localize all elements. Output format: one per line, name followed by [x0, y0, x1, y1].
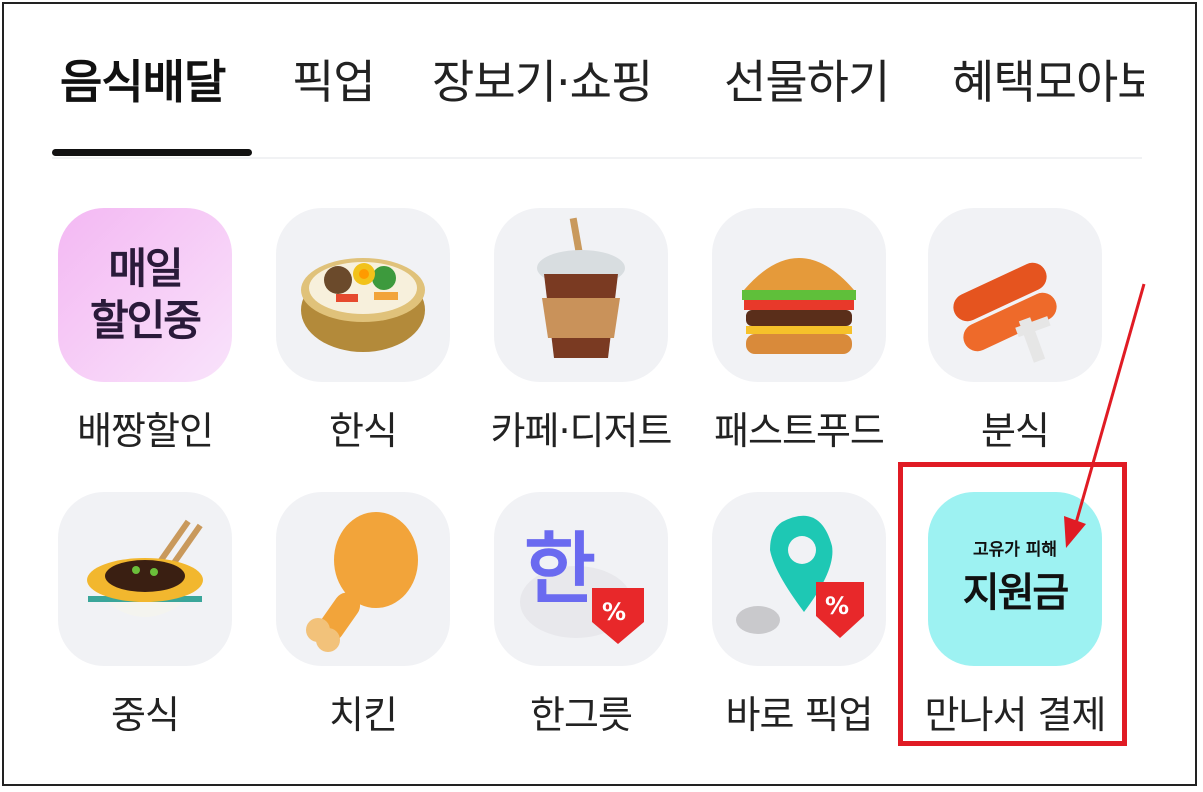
annotation-arrow — [1064, 283, 1146, 548]
